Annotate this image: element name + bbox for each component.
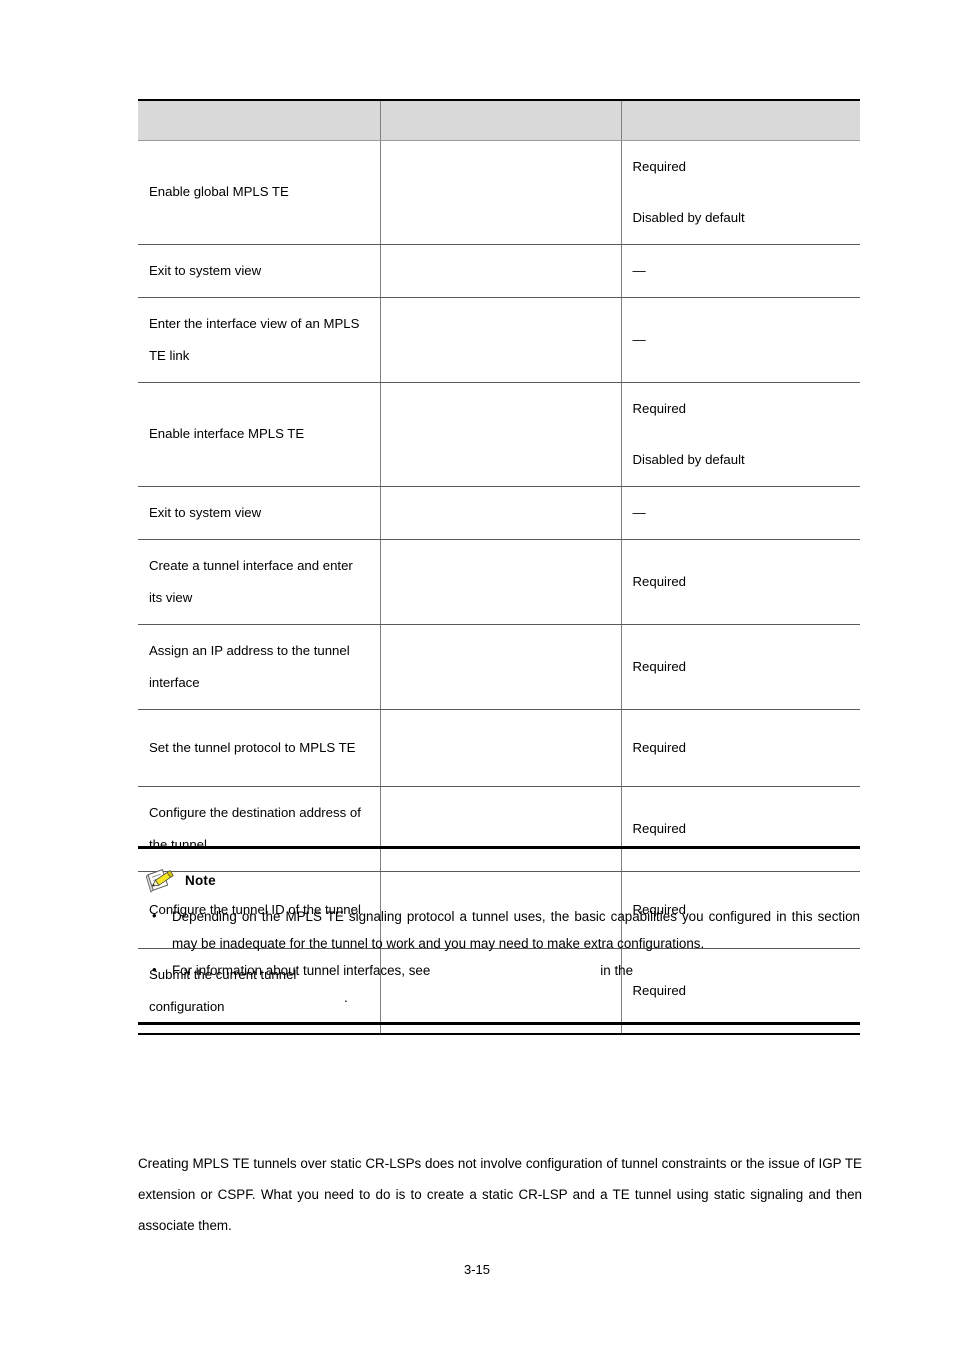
note-bullet-text-before: For information about tunnel interfaces,…: [172, 963, 431, 978]
cell-command: [379, 624, 622, 710]
remark-line: Required: [632, 400, 687, 416]
note-bullet-list: Depending on the MPLS TE signaling proto…: [138, 903, 860, 1011]
table-header: [138, 99, 860, 141]
table-header-row: [138, 99, 860, 141]
cell-step: Exit to system view: [138, 486, 381, 540]
notepad-pencil-icon: [146, 869, 174, 893]
remark-line: Disabled by default: [632, 451, 745, 467]
cell-command: [379, 297, 622, 383]
table-row: Assign an IP address to the tunnel inter…: [138, 624, 860, 710]
cell-command: [379, 709, 622, 787]
note-title: Note: [185, 872, 216, 888]
cell-step: Enable global MPLS TE: [138, 140, 381, 245]
table-row: Create a tunnel interface and enter its …: [138, 539, 860, 625]
note-callout: Note Depending on the MPLS TE signaling …: [138, 846, 860, 1025]
section-heading: [138, 1078, 860, 1100]
note-bullet-text: Depending on the MPLS TE signaling proto…: [172, 909, 860, 951]
note-header: Note: [146, 866, 860, 894]
cell-command: [379, 244, 622, 298]
table-row: Enable global MPLS TE Required Disabled …: [138, 140, 860, 245]
cell-remarks: —: [620, 486, 860, 540]
cell-remarks: Required: [620, 539, 860, 625]
note-bullet-item: For information about tunnel interfaces,…: [138, 957, 860, 1011]
remark-line: Disabled by default: [632, 209, 745, 225]
remark-line: Required: [632, 158, 687, 174]
table-row: Enter the interface view of an MPLS TE l…: [138, 297, 860, 383]
cell-step: Assign an IP address to the tunnel inter…: [138, 624, 381, 710]
cell-step: Create a tunnel interface and enter its …: [138, 539, 381, 625]
table-row: Enable interface MPLS TE Required Disabl…: [138, 382, 860, 487]
cell-remarks: —: [620, 297, 860, 383]
cell-command: [379, 539, 622, 625]
cell-step: Exit to system view: [138, 244, 381, 298]
body-paragraph: Creating MPLS TE tunnels over static CR-…: [138, 1156, 862, 1233]
cell-command: [379, 382, 622, 487]
cell-command: [379, 486, 622, 540]
cell-remarks: Required Disabled by default: [620, 382, 860, 487]
page-number-footer: 3-15: [463, 1262, 491, 1277]
cell-remarks: Required: [620, 709, 860, 787]
cell-remarks: —: [620, 244, 860, 298]
cell-step: Enable interface MPLS TE: [138, 382, 381, 487]
table-row: Exit to system view —: [138, 244, 860, 298]
cell-step: Set the tunnel protocol to MPLS TE: [138, 709, 381, 787]
column-header-command: [379, 99, 622, 141]
note-bullet-text-middle: in the: [600, 963, 634, 978]
table-row: Exit to system view —: [138, 486, 860, 540]
column-header-step: [138, 99, 381, 141]
cell-command: [379, 140, 622, 245]
column-header-remarks: [620, 99, 860, 141]
note-bullet-item: Depending on the MPLS TE signaling proto…: [138, 903, 860, 957]
cell-step: Enter the interface view of an MPLS TE l…: [138, 297, 381, 383]
note-bullet-text-after: .: [344, 989, 348, 1005]
cell-remarks: Required Disabled by default: [620, 140, 860, 245]
document-page: Enable global MPLS TE Required Disabled …: [0, 0, 954, 1350]
table-row: Set the tunnel protocol to MPLS TE Requi…: [138, 709, 860, 787]
cell-remarks: Required: [620, 624, 860, 710]
